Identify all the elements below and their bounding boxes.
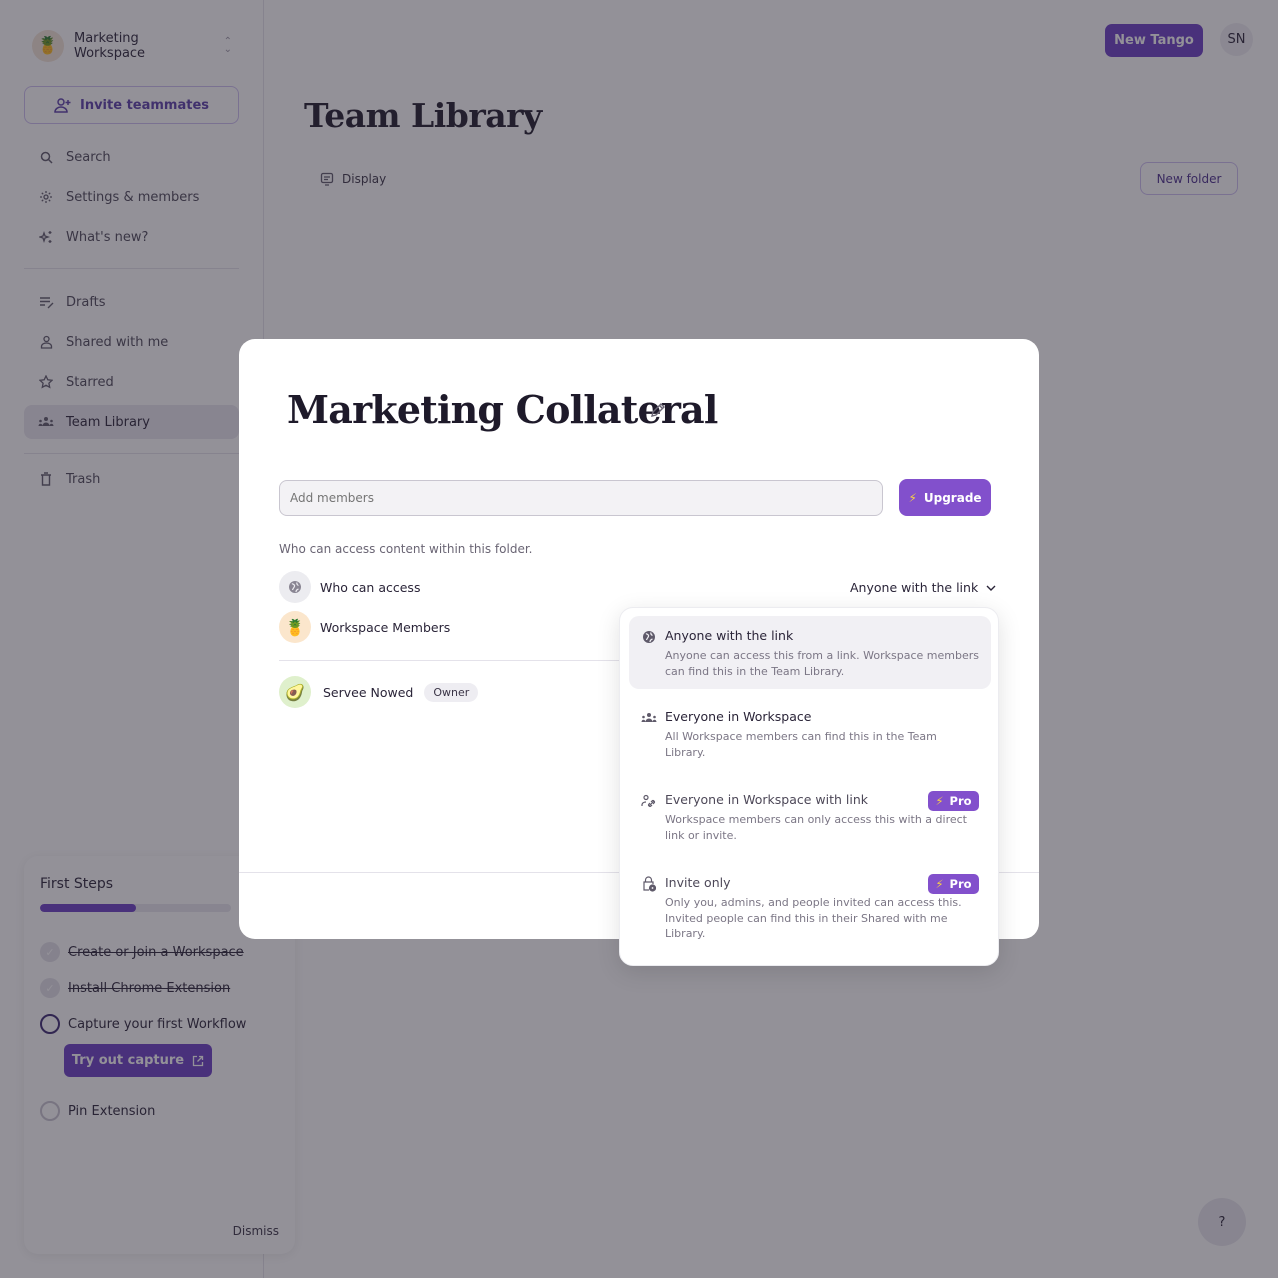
owner-badge: Owner: [424, 682, 479, 702]
access-level-value: Anyone with the link: [850, 580, 979, 595]
owner-name: Servee Nowed: [323, 684, 414, 700]
pro-badge-label: Pro: [949, 877, 972, 891]
option-title: Anyone with the link: [665, 628, 794, 643]
globe-icon: [641, 629, 657, 645]
globe-icon: [279, 571, 311, 603]
option-description: All Workspace members can find this in t…: [665, 730, 937, 759]
access-level-dropdown: Anyone with the link Anyone can access t…: [619, 607, 999, 966]
people-link-icon: [641, 793, 657, 809]
chevron-down-icon: [986, 585, 996, 591]
option-title: Everyone in Workspace: [665, 709, 812, 724]
access-option-everyone-in-workspace[interactable]: Everyone in Workspace All Workspace memb…: [629, 697, 991, 770]
access-option-everyone-with-link[interactable]: Everyone in Workspace with link Workspac…: [629, 780, 991, 853]
workspace-members-row: 🍍 Workspace Members: [279, 611, 450, 643]
lightning-icon: ⚡︎: [935, 877, 944, 891]
team-icon: [641, 710, 657, 726]
option-description: Anyone can access this from a link. Work…: [665, 649, 979, 678]
pro-badge[interactable]: ⚡︎ Pro: [928, 791, 979, 811]
lightning-icon: ⚡︎: [935, 794, 944, 808]
upgrade-label: Upgrade: [923, 490, 982, 505]
who-can-access-label: Who can access: [320, 579, 421, 595]
option-description: Workspace members can only access this w…: [665, 813, 967, 842]
app-root: 🍍 Marketing Workspace ⌃⌄ Invite teammate…: [0, 0, 1278, 1278]
access-option-invite-only[interactable]: Invite only Only you, admins, and people…: [629, 863, 991, 952]
option-description: Only you, admins, and people invited can…: [665, 896, 962, 940]
add-members-input[interactable]: [279, 480, 883, 516]
lock-icon: [641, 876, 657, 892]
upgrade-button[interactable]: ⚡︎ Upgrade: [899, 479, 991, 516]
access-option-anyone-with-link[interactable]: Anyone with the link Anyone can access t…: [629, 616, 991, 689]
who-can-access-row: Who can access: [279, 571, 420, 603]
owner-avatar: 🥑: [279, 676, 311, 708]
workspace-members-avatar: 🍍: [279, 611, 311, 643]
pro-badge-label: Pro: [949, 794, 972, 808]
pro-badge[interactable]: ⚡︎ Pro: [928, 874, 979, 894]
pencil-icon[interactable]: [649, 401, 669, 421]
workspace-members-label: Workspace Members: [320, 619, 451, 635]
access-level-select[interactable]: Anyone with the link: [850, 580, 996, 595]
lightning-icon: ⚡︎: [908, 490, 917, 505]
owner-row: 🥑 Servee Nowed Owner: [279, 676, 479, 708]
access-caption: Who can access content within this folde…: [279, 542, 533, 556]
